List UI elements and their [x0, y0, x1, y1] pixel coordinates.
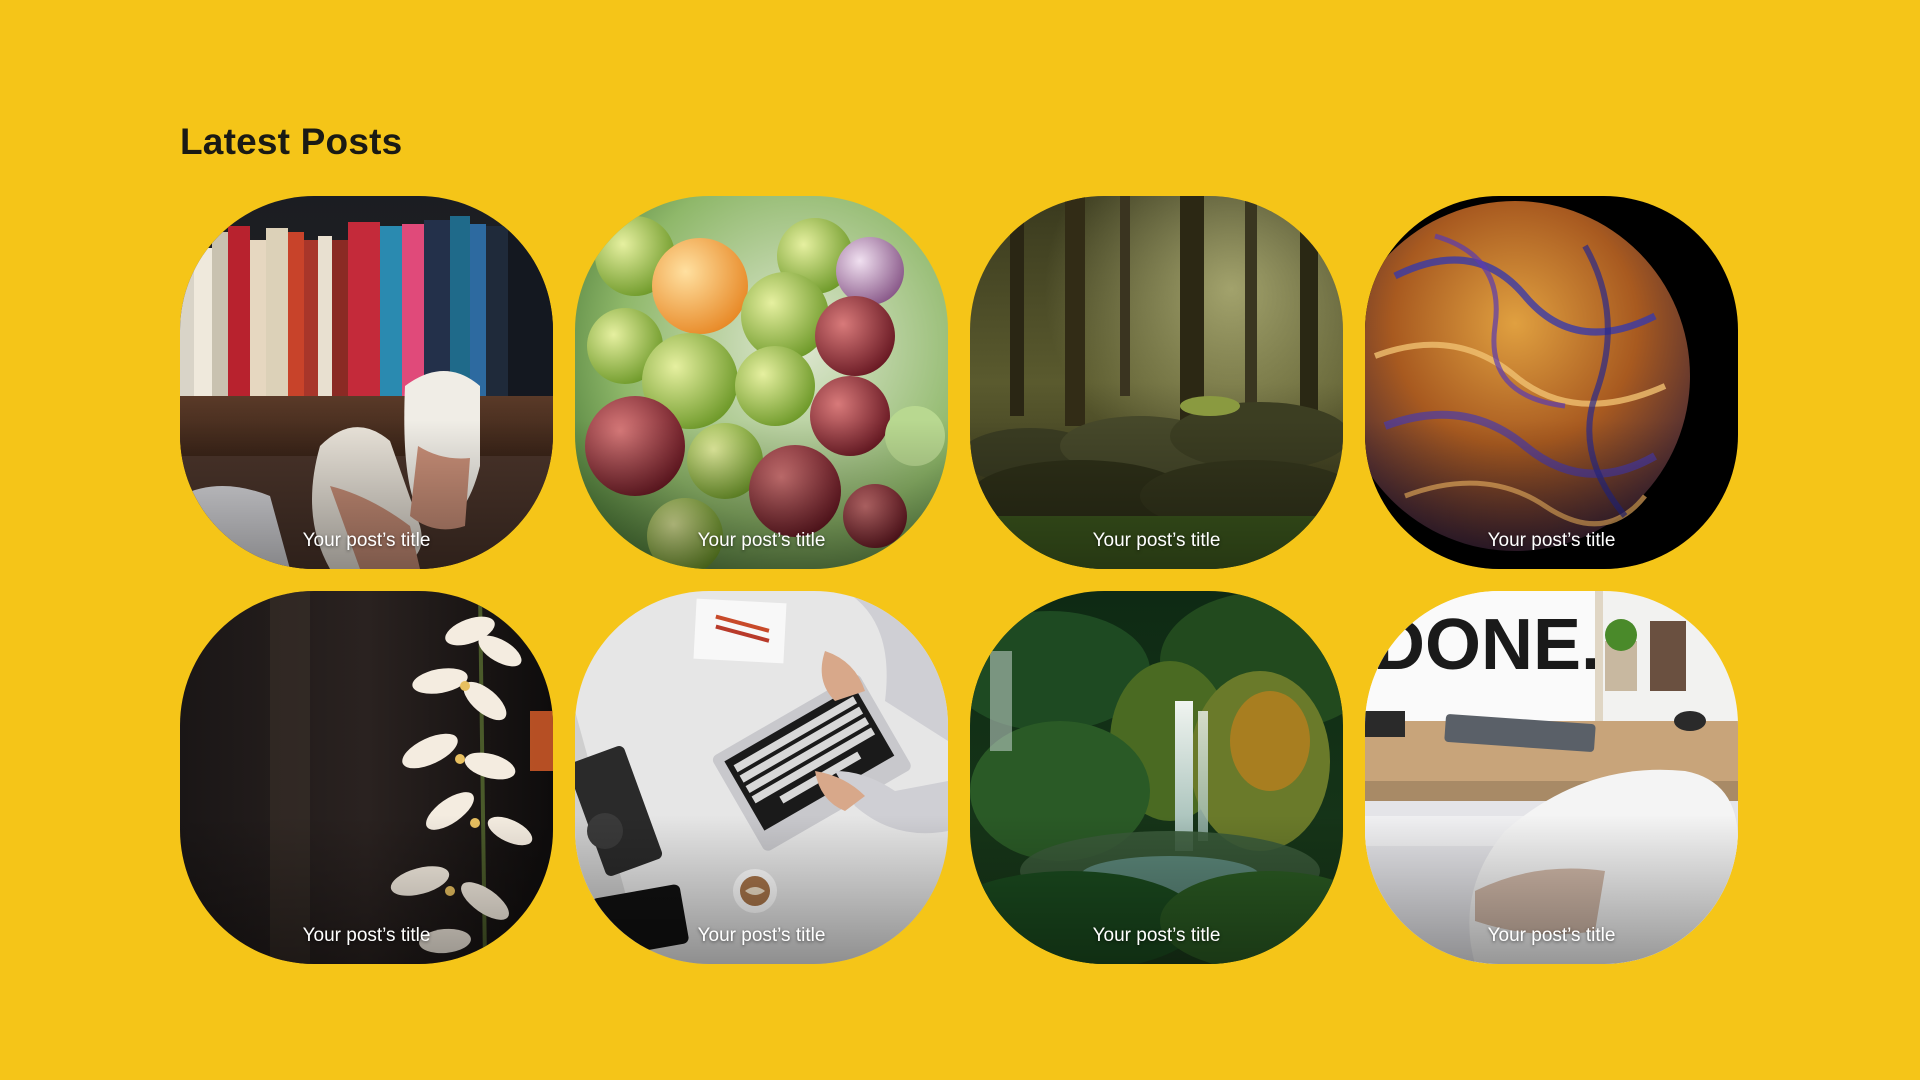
waterfall-image — [970, 591, 1343, 964]
forest-image — [970, 196, 1343, 569]
section-title: Latest Posts — [180, 121, 403, 162]
grapes-image — [575, 196, 948, 569]
post-title: Your post’s title — [1092, 925, 1221, 946]
post-card[interactable]: Your post’s title — [575, 196, 948, 569]
post-title: Your post’s title — [302, 925, 431, 946]
post-card[interactable]: Your post’s title — [575, 591, 948, 964]
white-flowers-image — [180, 591, 553, 964]
post-title: Your post’s title — [1487, 530, 1616, 551]
post-card[interactable]: Your post’s title — [970, 196, 1343, 569]
post-card[interactable]: Your post’s title — [180, 591, 553, 964]
post-card[interactable]: DONE. Your post’s title — [1365, 591, 1738, 964]
post-title: Your post’s title — [697, 925, 826, 946]
laptop-desk-image — [575, 591, 948, 964]
post-card[interactable]: Your post’s title — [970, 591, 1343, 964]
workspace-done-image: DONE. — [1365, 591, 1738, 964]
post-title: Your post’s title — [302, 530, 431, 551]
svg-text:DONE.: DONE. — [1373, 605, 1601, 685]
post-card[interactable]: Your post’s title — [1365, 196, 1738, 569]
latest-posts-section: Latest Posts Your post’s title Your post… — [180, 118, 1740, 964]
post-title: Your post’s title — [697, 530, 826, 551]
post-title: Your post’s title — [1092, 530, 1221, 551]
post-title: Your post’s title — [1487, 925, 1616, 946]
posts-grid: Your post’s title Your post’s title Your… — [180, 196, 1738, 964]
marbled-planet-image — [1365, 196, 1738, 569]
post-card[interactable]: Your post’s title — [180, 196, 553, 569]
bookshelf-sneakers-image — [180, 196, 553, 569]
